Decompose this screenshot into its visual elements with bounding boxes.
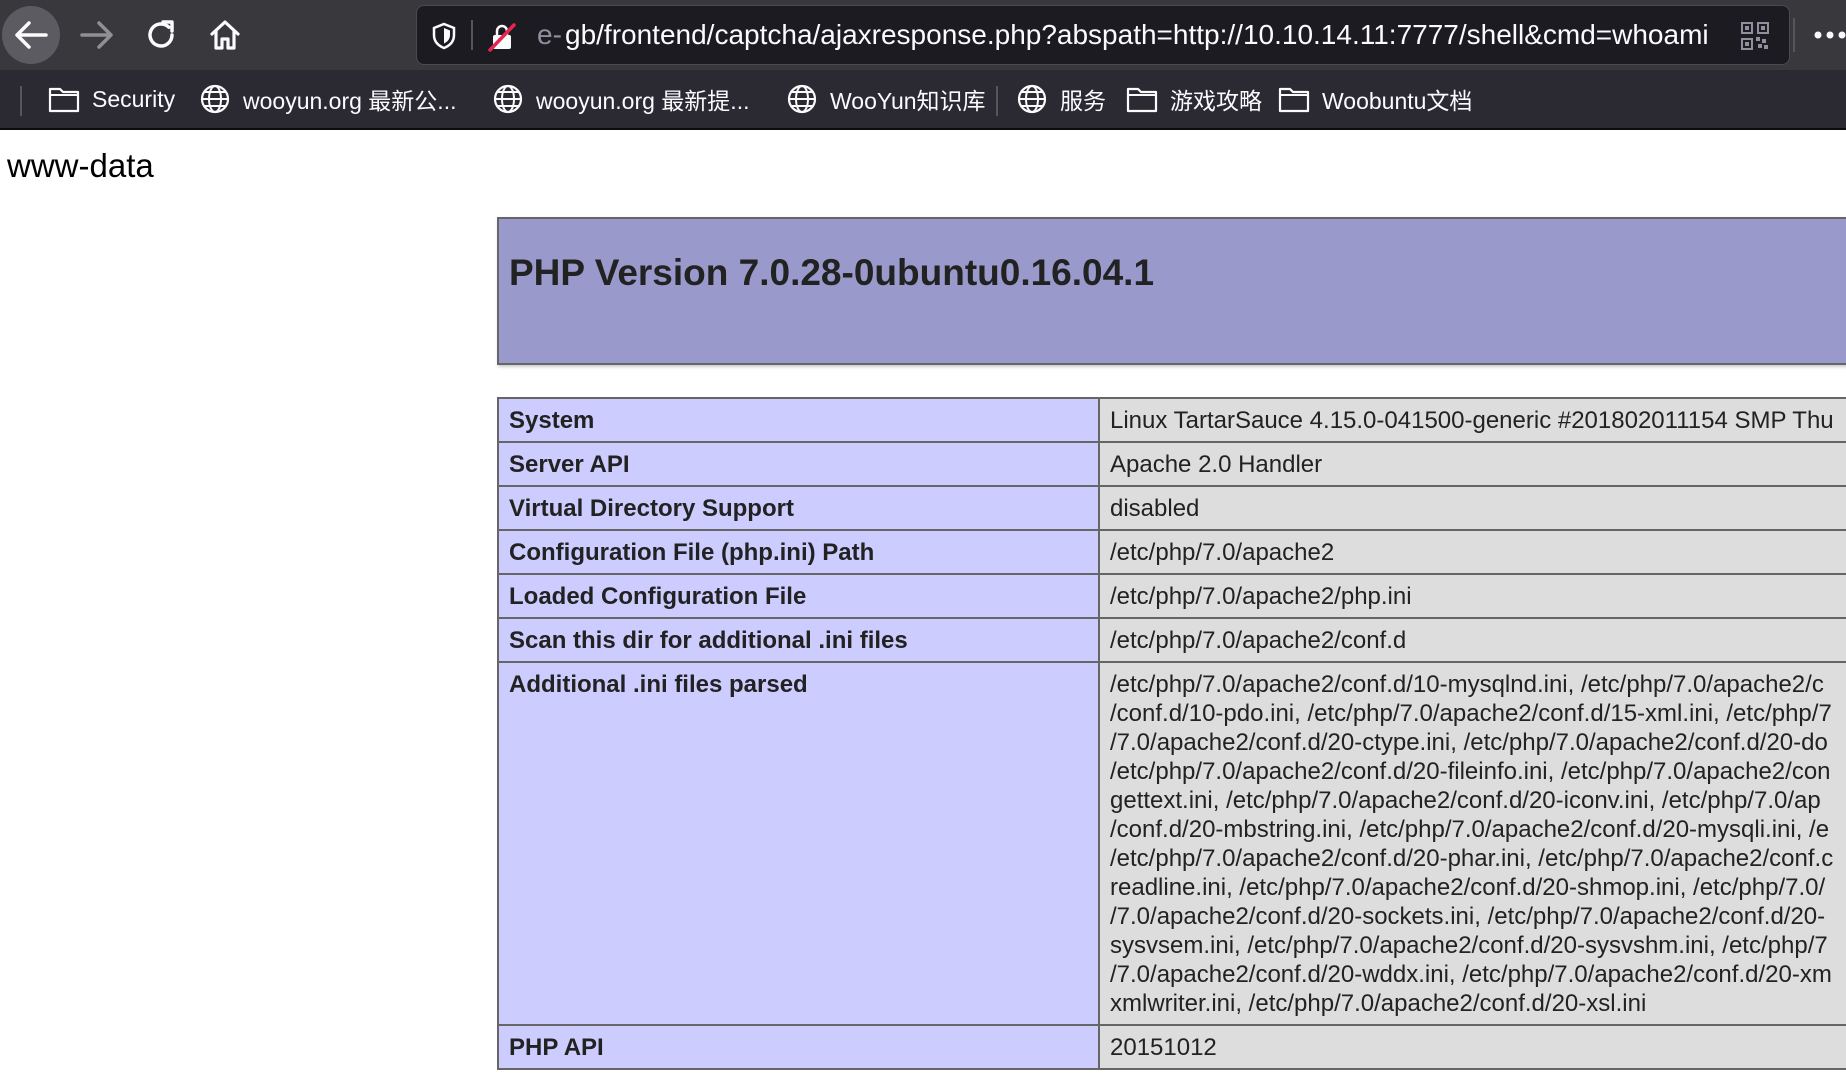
bookmark-label: 服务 bbox=[1060, 88, 1106, 114]
bookmark-label: wooyun.org 最新公... bbox=[243, 88, 457, 114]
row-key: System bbox=[497, 397, 1100, 443]
row-key: Server API bbox=[497, 441, 1100, 487]
ini-line: sysvsem.ini, /etc/php/7.0/apache2/conf.d… bbox=[1110, 932, 1828, 959]
overflow-menu-icon[interactable] bbox=[1814, 22, 1846, 48]
table-row: Additional .ini files parsed /etc/php/7.… bbox=[497, 661, 1846, 1026]
ini-line: /7.0/apache2/conf.d/20-wddx.ini, /etc/ph… bbox=[1110, 961, 1832, 988]
bookmark-label: Security bbox=[92, 85, 176, 112]
home-icon bbox=[210, 20, 240, 50]
ini-line: /etc/php/7.0/apache2/conf.d/20-fileinfo.… bbox=[1110, 758, 1831, 785]
url-separator bbox=[471, 20, 473, 50]
forward-button[interactable] bbox=[68, 6, 126, 64]
row-value: Linux TartarSauce 4.15.0-041500-generic … bbox=[1098, 397, 1846, 443]
ini-line: xmlwriter.ini, /etc/php/7.0/apache2/conf… bbox=[1110, 990, 1647, 1017]
ini-line: /7.0/apache2/conf.d/20-ctype.ini, /etc/p… bbox=[1110, 729, 1828, 756]
url-text[interactable]: e-gb/frontend/captcha/ajaxresponse.php?a… bbox=[537, 6, 1709, 64]
url-path: gb/frontend/captcha/ajaxresponse.php?abs… bbox=[565, 19, 1709, 50]
arrow-left-icon bbox=[15, 21, 48, 49]
globe-icon bbox=[200, 84, 230, 114]
home-button[interactable] bbox=[196, 6, 254, 64]
ini-line: readline.ini, /etc/php/7.0/apache2/conf.… bbox=[1110, 874, 1826, 901]
bookmark-wooyun-latest-public[interactable]: wooyun.org 最新公... bbox=[199, 78, 456, 120]
reload-button[interactable] bbox=[132, 6, 190, 64]
table-row: Configuration File (php.ini) Path /etc/p… bbox=[497, 529, 1846, 575]
folder-icon bbox=[1278, 87, 1310, 113]
ini-line: /7.0/apache2/conf.d/20-sockets.ini, /etc… bbox=[1110, 903, 1826, 930]
row-key: Scan this dir for additional .ini files bbox=[497, 617, 1100, 663]
bookmark-label: WooYun知识库 bbox=[830, 88, 986, 114]
row-value: /etc/php/7.0/apache2 bbox=[1098, 529, 1846, 575]
bookmark-game-guides[interactable]: 游戏攻略 bbox=[1126, 78, 1262, 120]
row-key: Configuration File (php.ini) Path bbox=[497, 529, 1100, 575]
toolbar-separator bbox=[1793, 18, 1795, 52]
ini-line: /etc/php/7.0/apache2/conf.d/10-mysqlnd.i… bbox=[1110, 671, 1824, 698]
globe-icon bbox=[493, 84, 523, 114]
table-row: Server API Apache 2.0 Handler bbox=[497, 441, 1846, 487]
row-value: disabled bbox=[1098, 485, 1846, 531]
browser-toolbar: e-gb/frontend/captcha/ajaxresponse.php?a… bbox=[0, 0, 1846, 70]
bookmark-security[interactable]: Security bbox=[48, 78, 175, 120]
globe-icon bbox=[787, 84, 817, 114]
row-value: /etc/php/7.0/apache2/php.ini bbox=[1098, 573, 1846, 619]
bookmark-label: 游戏攻略 bbox=[1170, 88, 1262, 114]
bookmark-woobuntu-docs[interactable]: Woobuntu文档 bbox=[1278, 78, 1472, 120]
ini-line: /conf.d/20-mbstring.ini, /etc/php/7.0/ap… bbox=[1110, 816, 1830, 843]
shield-icon[interactable] bbox=[431, 22, 457, 50]
url-bar[interactable]: e-gb/frontend/captcha/ajaxresponse.php?a… bbox=[416, 5, 1790, 65]
arrow-right-icon bbox=[80, 21, 113, 49]
table-row: System Linux TartarSauce 4.15.0-041500-g… bbox=[497, 397, 1846, 443]
phpinfo-table: System Linux TartarSauce 4.15.0-041500-g… bbox=[497, 397, 1846, 1070]
row-key: PHP API bbox=[497, 1024, 1100, 1070]
bookmarks-separator bbox=[20, 86, 22, 116]
folder-icon bbox=[1126, 87, 1158, 113]
ini-line: /conf.d/10-pdo.ini, /etc/php/7.0/apache2… bbox=[1110, 700, 1832, 727]
back-button[interactable] bbox=[2, 6, 60, 64]
php-version-title: PHP Version 7.0.28-0ubuntu0.16.04.1 bbox=[509, 252, 1155, 293]
row-key: Additional .ini files parsed bbox=[497, 661, 1100, 1026]
bookmark-wooyun-latest-submit[interactable]: wooyun.org 最新提... bbox=[492, 78, 749, 120]
bookmarks-separator bbox=[996, 86, 998, 116]
ini-line: gettext.ini, /etc/php/7.0/apache2/conf.d… bbox=[1110, 787, 1821, 814]
row-key: Loaded Configuration File bbox=[497, 573, 1100, 619]
insecure-lock-icon[interactable] bbox=[487, 22, 517, 52]
table-row: Scan this dir for additional .ini files … bbox=[497, 617, 1846, 663]
row-value: Apache 2.0 Handler bbox=[1098, 441, 1846, 487]
php-version-header: PHP Version 7.0.28-0ubuntu0.16.04.1 bbox=[497, 217, 1846, 365]
globe-icon bbox=[1017, 84, 1047, 114]
reload-icon bbox=[148, 20, 174, 48]
bookmark-label: wooyun.org 最新提... bbox=[536, 88, 750, 114]
table-row: PHP API 20151012 bbox=[497, 1024, 1846, 1070]
bookmark-services[interactable]: 服务 bbox=[1016, 78, 1106, 120]
ini-line: /etc/php/7.0/apache2/conf.d/20-phar.ini,… bbox=[1110, 845, 1834, 872]
qr-code-icon[interactable] bbox=[1741, 22, 1769, 50]
folder-icon bbox=[48, 87, 80, 113]
table-row: Virtual Directory Support disabled bbox=[497, 485, 1846, 531]
row-value: /etc/php/7.0/apache2/conf.d bbox=[1098, 617, 1846, 663]
row-value: 20151012 bbox=[1098, 1024, 1846, 1070]
row-key: Virtual Directory Support bbox=[497, 485, 1100, 531]
row-value: /etc/php/7.0/apache2/conf.d/10-mysqlnd.i… bbox=[1098, 661, 1846, 1026]
bookmark-label: Woobuntu文档 bbox=[1322, 88, 1473, 114]
bookmarks-toolbar: Security wooyun.org 最新公... wooyun.org 最新… bbox=[0, 70, 1846, 130]
url-faded-prefix: e- bbox=[537, 19, 562, 50]
table-row: Loaded Configuration File /etc/php/7.0/a… bbox=[497, 573, 1846, 619]
bookmark-wooyun-knowledge[interactable]: WooYun知识库 bbox=[786, 78, 986, 120]
command-output: www-data bbox=[7, 147, 154, 184]
